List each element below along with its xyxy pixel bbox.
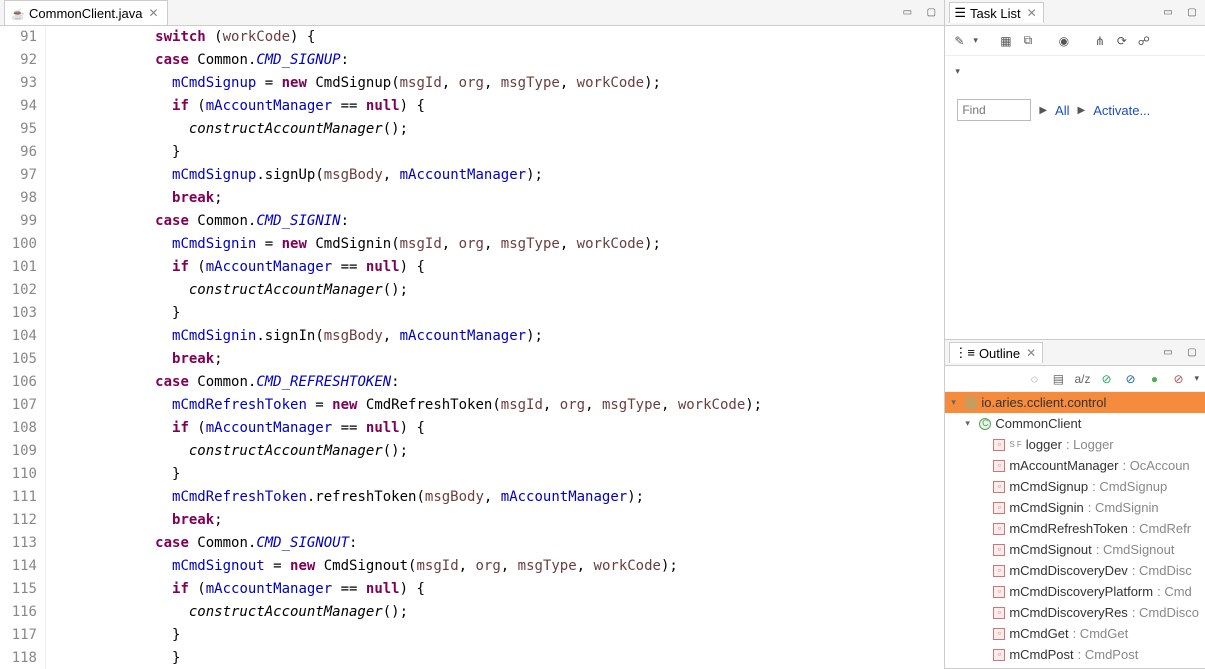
java-file-icon — [11, 6, 25, 20]
minimize-icon[interactable]: ▭ — [898, 6, 916, 20]
tree-row[interactable]: ▾io.aries.cclient.control — [945, 392, 1205, 413]
sort-icon[interactable]: ▤ — [1050, 371, 1066, 387]
outline-icon: ⋮≡ — [954, 345, 975, 361]
schedule-icon[interactable]: ⧉ — [1020, 33, 1036, 49]
az-sort-icon[interactable]: a/z — [1074, 371, 1090, 387]
find-input[interactable] — [957, 99, 1031, 121]
code-body[interactable]: switch (workCode) { case Common.CMD_SIGN… — [46, 26, 944, 669]
focus-icon[interactable]: ◉ — [1056, 33, 1072, 49]
tree-row[interactable]: ▫mCmdRefreshToken : CmdRefr — [945, 518, 1205, 539]
categorize-icon[interactable]: ▦ — [998, 33, 1014, 49]
minimize-icon[interactable]: ▭ — [1159, 6, 1177, 20]
hide-nonpublic-icon[interactable]: ● — [1146, 371, 1162, 387]
tree-row[interactable]: ▫mCmdSignout : CmdSignout — [945, 539, 1205, 560]
sidebar-pane: ☰ Task List ✕ ▭ ▢ ✎ ▾ ▦ ⧉ ◉ ⋔ ⟳ — [945, 0, 1205, 669]
hide-local-icon[interactable]: ⊘ — [1170, 371, 1186, 387]
minimize-icon[interactable]: ▭ — [1159, 346, 1177, 360]
tree-row[interactable]: ▫mCmdDiscoveryRes : CmdDisco — [945, 602, 1205, 623]
task-list-panel: ☰ Task List ✕ ▭ ▢ ✎ ▾ ▦ ⧉ ◉ ⋔ ⟳ — [945, 0, 1205, 340]
close-icon[interactable]: ✕ — [1024, 346, 1038, 360]
tree-row[interactable]: ▫mCmdSignin : CmdSignin — [945, 497, 1205, 518]
tree-row[interactable]: ▾CCommonClient — [945, 413, 1205, 434]
menu-icon[interactable]: ▾ — [1194, 373, 1199, 384]
editor-tab-bar: CommonClient.java ✕ ▭ ▢ — [0, 0, 944, 26]
task-list-toolbar: ✎ ▾ ▦ ⧉ ◉ ⋔ ⟳ ☍ — [945, 26, 1205, 56]
tree-row[interactable]: ▫mCmdSignup : CmdSignup — [945, 476, 1205, 497]
collapse-icon[interactable]: ⋔ — [1092, 33, 1108, 49]
activate-link[interactable]: Activate... — [1093, 103, 1150, 118]
outline-title: Outline — [979, 346, 1020, 361]
chevron-down-icon[interactable]: ▾ — [951, 66, 960, 76]
close-icon[interactable]: ✕ — [146, 6, 160, 20]
editor-tab-commonclient[interactable]: CommonClient.java ✕ — [4, 0, 168, 25]
sync-icon[interactable]: ⟳ — [1114, 33, 1130, 49]
outline-tree[interactable]: ▾io.aries.cclient.control▾CCommonClient▫… — [945, 392, 1205, 665]
code-area[interactable]: 9192939495969798991001011021031041051061… — [0, 26, 944, 669]
tree-row[interactable]: ▫S Flogger : Logger — [945, 434, 1205, 455]
task-list-tab[interactable]: ☰ Task List ✕ — [949, 2, 1043, 23]
tree-row[interactable]: ▫mCmdPost : CmdPost — [945, 644, 1205, 665]
hide-static-icon[interactable]: ⊘ — [1122, 371, 1138, 387]
dropdown-icon[interactable]: ▾ — [973, 35, 978, 46]
play-icon: ▶ — [1078, 105, 1086, 116]
outline-toolbar: ◌ ▤ a/z ⊘ ⊘ ● ⊘ ▾ — [945, 366, 1205, 392]
task-list-title: Task List — [970, 6, 1021, 21]
hide-fields-icon[interactable]: ⊘ — [1098, 371, 1114, 387]
task-list-header: ☰ Task List ✕ ▭ ▢ — [945, 0, 1205, 26]
task-list-body: ▾ ▶ All ▶ Activate... — [945, 56, 1205, 127]
close-icon[interactable]: ✕ — [1025, 6, 1039, 20]
focus-icon[interactable]: ◌ — [1026, 371, 1042, 387]
all-link[interactable]: All — [1055, 103, 1069, 118]
tree-row[interactable]: ▫mCmdDiscoveryDev : CmdDisc — [945, 560, 1205, 581]
line-gutter: 9192939495969798991001011021031041051061… — [0, 26, 46, 669]
play-icon: ▶ — [1039, 105, 1047, 116]
link-icon[interactable]: ☍ — [1136, 33, 1152, 49]
maximize-icon[interactable]: ▢ — [1183, 346, 1201, 360]
tree-row[interactable]: ▫mAccountManager : OcAccoun — [945, 455, 1205, 476]
outline-header: ⋮≡ Outline ✕ ▭ ▢ — [945, 340, 1205, 366]
tree-row[interactable]: ▫mCmdGet : CmdGet — [945, 623, 1205, 644]
outline-tab[interactable]: ⋮≡ Outline ✕ — [949, 342, 1043, 363]
maximize-icon[interactable]: ▢ — [1183, 6, 1201, 20]
editor-tab-label: CommonClient.java — [29, 6, 142, 21]
maximize-icon[interactable]: ▢ — [922, 6, 940, 20]
tree-row[interactable]: ▫mCmdDiscoveryPlatform : Cmd — [945, 581, 1205, 602]
task-list-icon: ☰ — [954, 5, 966, 21]
outline-panel: ⋮≡ Outline ✕ ▭ ▢ ◌ ▤ a/z ⊘ ⊘ ● ⊘ ▾ ▾io.a… — [945, 340, 1205, 669]
new-task-icon[interactable]: ✎ — [951, 33, 967, 49]
editor-pane: CommonClient.java ✕ ▭ ▢ 9192939495969798… — [0, 0, 945, 669]
editor-window-controls: ▭ ▢ — [898, 6, 940, 20]
